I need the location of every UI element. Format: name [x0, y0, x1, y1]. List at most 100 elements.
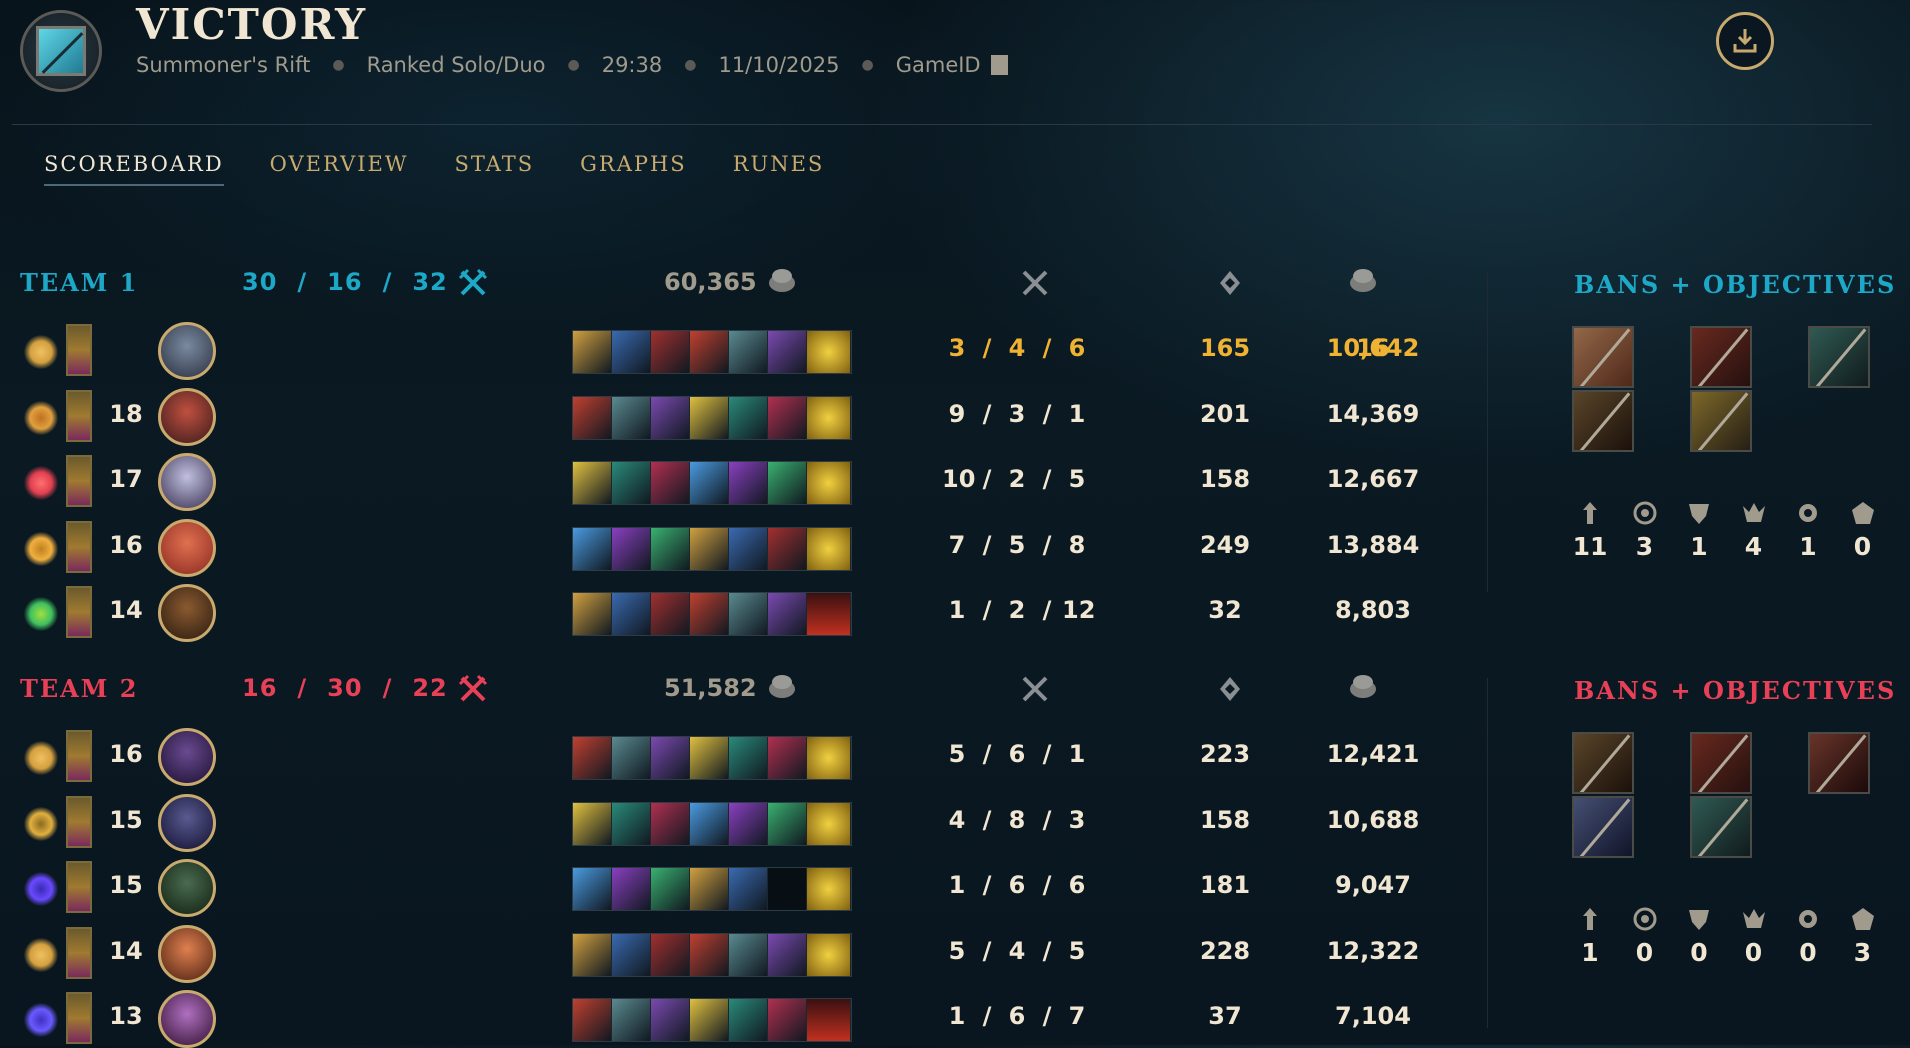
- item-slot[interactable]: [573, 868, 612, 910]
- item-slot[interactable]: [573, 802, 612, 845]
- player-row[interactable]: 17 10 / 2 / 5 158 12,667: [0, 453, 1490, 511]
- keystone-rune-icon[interactable]: [24, 466, 58, 500]
- player-row[interactable]: 18 9 / 3 / 1 201 14,369: [0, 387, 1490, 446]
- item-slot[interactable]: [612, 593, 651, 635]
- champion-portrait[interactable]: [158, 859, 216, 917]
- player-row[interactable]: 16 5 / 6 / 1 223 12,421: [0, 728, 1490, 786]
- ban-champion[interactable]: [1690, 796, 1752, 858]
- champion-portrait[interactable]: [158, 584, 216, 642]
- item-slot[interactable]: [690, 868, 729, 910]
- item-slot[interactable]: [729, 737, 768, 779]
- keystone-rune-icon[interactable]: [24, 937, 58, 972]
- ban-champion[interactable]: [1572, 326, 1634, 388]
- item-slot[interactable]: [690, 933, 729, 976]
- item-slot[interactable]: [612, 999, 651, 1041]
- summoner-spells-icon[interactable]: [66, 520, 92, 573]
- item-slot[interactable]: [573, 933, 612, 976]
- item-slot[interactable]: [768, 999, 807, 1041]
- trinket-slot[interactable]: [807, 999, 851, 1041]
- player-row[interactable]: 16 7 / 5 / 8 249 13,884: [0, 518, 1490, 577]
- summoner-spells-icon[interactable]: [66, 861, 92, 913]
- item-slot[interactable]: [651, 933, 690, 976]
- ban-champion[interactable]: [1572, 796, 1634, 858]
- summoner-spells-icon[interactable]: [66, 455, 92, 507]
- item-slot[interactable]: [573, 396, 612, 439]
- item-slot[interactable]: [729, 331, 768, 373]
- item-slot[interactable]: [690, 331, 729, 373]
- item-slot[interactable]: [729, 933, 768, 976]
- item-slot[interactable]: [573, 999, 612, 1041]
- tab-stats[interactable]: STATS: [454, 152, 534, 186]
- item-slot[interactable]: [768, 527, 807, 570]
- item-slot[interactable]: [729, 868, 768, 910]
- trinket-slot[interactable]: [807, 331, 851, 373]
- champion-portrait[interactable]: [158, 990, 216, 1048]
- champion-portrait[interactable]: [158, 518, 216, 577]
- trinket-slot[interactable]: [807, 462, 851, 504]
- item-slot[interactable]: [573, 527, 612, 570]
- item-slot[interactable]: [651, 396, 690, 439]
- trinket-slot[interactable]: [807, 737, 851, 779]
- item-slot[interactable]: [690, 527, 729, 570]
- item-slot[interactable]: [651, 868, 690, 910]
- champion-portrait[interactable]: [158, 322, 216, 380]
- item-slot[interactable]: [612, 331, 651, 373]
- ban-champion[interactable]: [1572, 390, 1634, 452]
- champion-portrait[interactable]: [158, 453, 216, 511]
- trinket-slot[interactable]: [807, 868, 851, 910]
- trinket-slot[interactable]: [807, 933, 851, 976]
- item-slot[interactable]: [768, 462, 807, 504]
- item-slot[interactable]: [612, 737, 651, 779]
- item-slot[interactable]: [612, 802, 651, 845]
- ban-champion[interactable]: [1690, 326, 1752, 388]
- trinket-slot[interactable]: [807, 527, 851, 570]
- ban-champion[interactable]: [1690, 390, 1752, 452]
- player-row[interactable]: 14 5 / 4 / 5 228 12,322: [0, 924, 1490, 983]
- tab-graphs[interactable]: GRAPHS: [580, 152, 687, 186]
- item-slot[interactable]: [651, 802, 690, 845]
- item-slot[interactable]: [690, 802, 729, 845]
- item-slot[interactable]: [612, 868, 651, 910]
- summoner-spells-icon[interactable]: [66, 586, 92, 638]
- trinket-slot[interactable]: [807, 396, 851, 439]
- keystone-rune-icon[interactable]: [24, 1003, 58, 1037]
- champion-portrait[interactable]: [158, 924, 216, 983]
- item-slot[interactable]: [573, 331, 612, 373]
- item-slot[interactable]: [690, 593, 729, 635]
- item-slot[interactable]: [729, 999, 768, 1041]
- summoner-spells-icon[interactable]: [66, 389, 92, 442]
- item-slot[interactable]: [768, 331, 807, 373]
- summoner-spells-icon[interactable]: [66, 926, 92, 979]
- keystone-rune-icon[interactable]: [24, 400, 58, 435]
- item-slot[interactable]: [729, 396, 768, 439]
- game-id-label[interactable]: GameID: [896, 53, 981, 77]
- keystone-rune-icon[interactable]: [24, 741, 58, 775]
- keystone-rune-icon[interactable]: [24, 806, 58, 841]
- item-slot[interactable]: [729, 802, 768, 845]
- ban-champion[interactable]: [1808, 732, 1870, 794]
- item-slot[interactable]: [651, 593, 690, 635]
- summoner-spells-icon[interactable]: [66, 730, 92, 782]
- item-slot[interactable]: [729, 593, 768, 635]
- item-slot[interactable]: [690, 737, 729, 779]
- item-slot[interactable]: [768, 933, 807, 976]
- item-slot[interactable]: [573, 737, 612, 779]
- tab-overview[interactable]: OVERVIEW: [270, 152, 409, 186]
- item-slot[interactable]: [729, 462, 768, 504]
- item-slot[interactable]: [768, 737, 807, 779]
- ban-champion[interactable]: [1808, 326, 1870, 388]
- keystone-rune-icon[interactable]: [24, 335, 58, 369]
- tab-scoreboard[interactable]: SCOREBOARD: [44, 152, 224, 186]
- keystone-rune-icon[interactable]: [24, 597, 58, 631]
- item-slot[interactable]: [573, 462, 612, 504]
- tab-runes[interactable]: RUNES: [733, 152, 825, 186]
- item-slot[interactable]: [651, 737, 690, 779]
- ban-champion[interactable]: [1572, 732, 1634, 794]
- item-slot[interactable]: [768, 802, 807, 845]
- keystone-rune-icon[interactable]: [24, 531, 58, 566]
- player-row[interactable]: 15 4 / 8 / 3 158 10,688: [0, 793, 1490, 852]
- item-slot[interactable]: [690, 396, 729, 439]
- item-slot[interactable]: [612, 933, 651, 976]
- summoner-spells-icon[interactable]: [66, 992, 92, 1044]
- item-slot[interactable]: [612, 462, 651, 504]
